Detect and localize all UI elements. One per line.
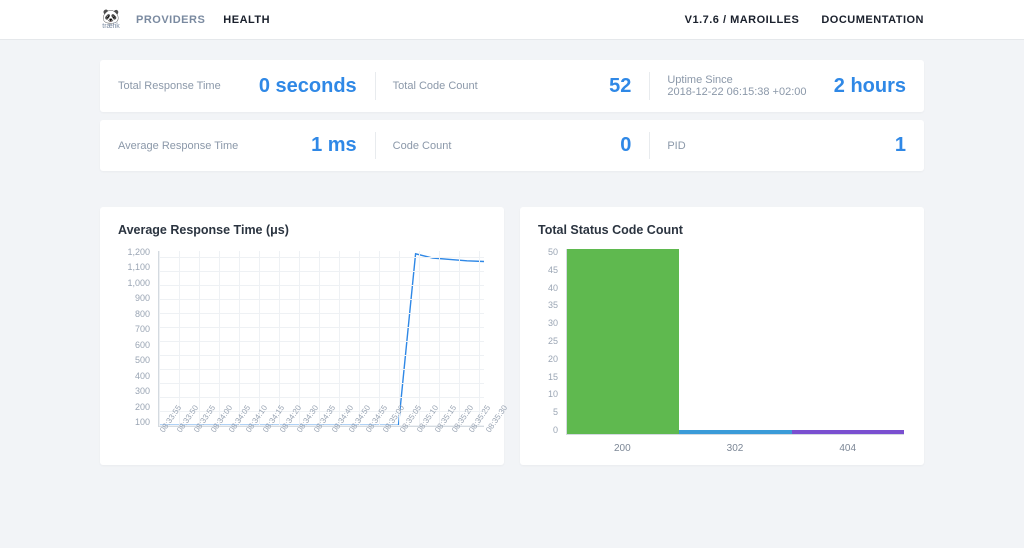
stat-avg-response-time: Average Response Time 1 ms: [100, 120, 375, 171]
stat-value: 0: [620, 134, 631, 157]
stat-label: Code Count: [393, 140, 452, 152]
stat-value: 1 ms: [311, 134, 357, 157]
y-tick: 15: [538, 372, 562, 382]
nav-documentation[interactable]: DOCUMENTATION: [821, 14, 924, 26]
y-tick: 30: [538, 318, 562, 328]
y-tick: 50: [538, 247, 562, 257]
x-tick: 08:34:40: [330, 429, 353, 445]
stats-row-1: Total Response Time 0 seconds Total Code…: [100, 60, 924, 112]
x-tick: 302: [679, 439, 792, 457]
y-tick: 20: [538, 354, 562, 364]
stat-label: PID: [667, 140, 685, 152]
charts-row: Average Response Time (μs) 1,200 1,100 1,0…: [100, 207, 924, 465]
x-tick: 404: [791, 439, 904, 457]
y-tick: 900: [118, 293, 154, 303]
y-tick: 5: [538, 407, 562, 417]
chart-x-axis: 08:33:5508:33:5008:33:5508:34:0008:34:05…: [158, 429, 484, 457]
logo-text: træfik: [102, 23, 120, 30]
bar-slot: [679, 249, 791, 434]
stat-label: Uptime Since 2018-12-22 06:15:38 +02:00: [667, 74, 806, 98]
stat-total-response-time: Total Response Time 0 seconds: [100, 60, 375, 112]
stat-value: 52: [609, 75, 631, 98]
bar-404: [792, 430, 904, 434]
bar-302: [679, 430, 791, 434]
bar-slot: [792, 249, 904, 434]
x-tick: 08:35:20: [450, 429, 473, 445]
uptime-since-detail: 2018-12-22 06:15:38 +02:00: [667, 86, 806, 98]
stat-total-code-count: Total Code Count 52: [375, 60, 650, 112]
chart-y-axis: 1,200 1,100 1,000 900 800 700 600 500 400 300 200 1…: [118, 247, 154, 427]
y-tick: 40: [538, 283, 562, 293]
x-tick: 08:34:55: [364, 429, 387, 445]
y-tick: 100: [118, 417, 154, 427]
x-tick: 08:34:50: [347, 429, 370, 445]
stats-row-2: Average Response Time 1 ms Code Count 0 …: [100, 120, 924, 171]
bar-slot: [567, 249, 679, 434]
y-tick: 700: [118, 324, 154, 334]
nav-right: V1.7.6 / MAROILLES DOCUMENTATION: [685, 14, 924, 26]
y-tick: 45: [538, 265, 562, 275]
logo[interactable]: 🐼 træfik: [100, 9, 122, 31]
y-tick: 35: [538, 300, 562, 310]
x-tick: 08:35:30: [484, 429, 507, 445]
chart-card-response-time: Average Response Time (μs) 1,200 1,100 1,0…: [100, 207, 504, 465]
x-tick: 08:34:00: [209, 429, 232, 445]
chart-grid: [159, 251, 484, 426]
x-tick: 200: [566, 439, 679, 457]
nav-providers[interactable]: PROVIDERS: [136, 14, 205, 26]
y-tick: 600: [118, 340, 154, 350]
chart-plot-area: [158, 251, 484, 427]
y-tick: 800: [118, 309, 154, 319]
stat-value: 2 hours: [834, 75, 906, 98]
y-tick: 500: [118, 355, 154, 365]
x-tick: 08:34:10: [244, 429, 267, 445]
nav-left: PROVIDERS HEALTH: [136, 14, 270, 26]
chart-x-axis: 200302404: [566, 439, 904, 457]
chart-body: 1,200 1,100 1,000 900 800 700 600 500 400 300 200 1…: [118, 247, 486, 457]
stat-uptime-since: Uptime Since 2018-12-22 06:15:38 +02:00 …: [649, 60, 924, 112]
x-tick: 08:35:10: [415, 429, 438, 445]
logo-icon: 🐼: [102, 9, 119, 23]
nav-version[interactable]: V1.7.6 / MAROILLES: [685, 14, 800, 26]
y-tick: 200: [118, 402, 154, 412]
y-tick: 1,000: [118, 278, 154, 288]
topbar: 🐼 træfik PROVIDERS HEALTH V1.7.6 / MAROI…: [0, 0, 1024, 40]
bar-200: [567, 249, 679, 434]
y-tick: 25: [538, 336, 562, 346]
x-tick: 08:35:15: [433, 429, 456, 445]
chart-plot-area: [566, 249, 904, 435]
stat-pid: PID 1: [649, 120, 924, 171]
stat-label: Total Response Time: [118, 80, 221, 92]
chart-title: Average Response Time (μs): [118, 223, 486, 237]
y-tick: 300: [118, 386, 154, 396]
y-tick: 1,200: [118, 247, 154, 257]
chart-y-axis: 50454035302520151050: [538, 247, 562, 435]
content: Total Response Time 0 seconds Total Code…: [0, 40, 1024, 485]
y-tick: 1,100: [118, 262, 154, 272]
stat-value: 0 seconds: [259, 75, 357, 98]
stat-code-count: Code Count 0: [375, 120, 650, 171]
nav-health[interactable]: HEALTH: [223, 14, 270, 26]
stat-label: Total Code Count: [393, 80, 478, 92]
x-tick: 08:34:35: [312, 429, 335, 445]
stat-label: Average Response Time: [118, 140, 238, 152]
y-tick: 10: [538, 389, 562, 399]
chart-body: 50454035302520151050 200302404: [538, 247, 906, 457]
chart-title: Total Status Code Count: [538, 223, 906, 237]
y-tick: 400: [118, 371, 154, 381]
uptime-since-title: Uptime Since: [667, 74, 732, 86]
x-tick: 08:34:15: [261, 429, 284, 445]
x-tick: 08:35:25: [467, 429, 490, 445]
stat-value: 1: [895, 134, 906, 157]
y-tick: 0: [538, 425, 562, 435]
chart-card-status-codes: Total Status Code Count 5045403530252015…: [520, 207, 924, 465]
x-tick: 08:34:05: [227, 429, 250, 445]
